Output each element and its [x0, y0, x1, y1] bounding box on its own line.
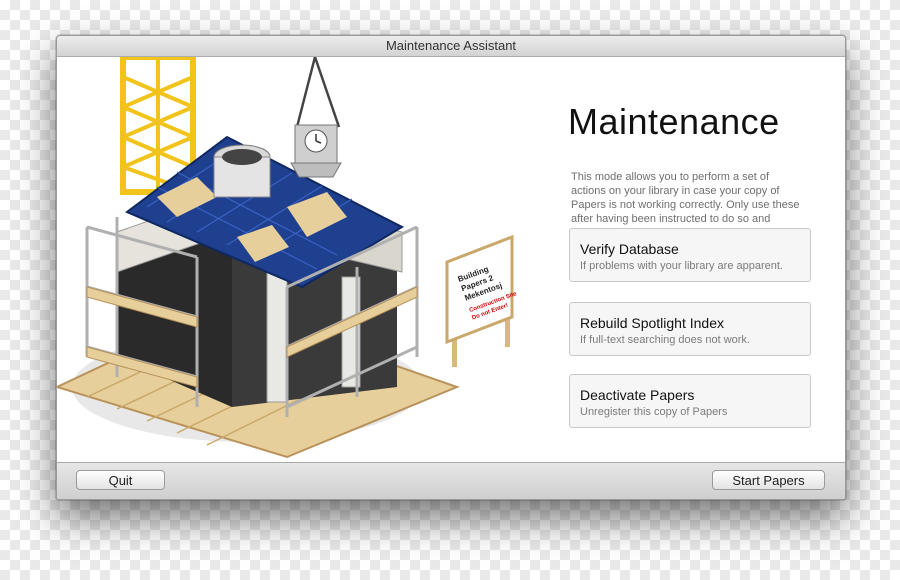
rebuild-spotlight-index-button[interactable]: Rebuild Spotlight Index If full-text sea…: [569, 302, 811, 356]
verify-database-button[interactable]: Verify Database If problems with your li…: [569, 228, 811, 282]
construction-sign: Building Papers 2 Mekentosj Construction…: [445, 234, 518, 367]
window-content: Building Papers 2 Mekentosj Construction…: [57, 57, 845, 463]
start-papers-button[interactable]: Start Papers: [712, 470, 825, 490]
option-title: Verify Database: [580, 241, 679, 257]
deactivate-papers-button[interactable]: Deactivate Papers Unregister this copy o…: [569, 374, 811, 428]
option-title: Rebuild Spotlight Index: [580, 315, 724, 331]
option-title: Deactivate Papers: [580, 387, 695, 403]
option-subtitle: If full-text searching does not work.: [580, 334, 750, 346]
maintenance-assistant-window: Maintenance Assistant Building Papers 2 …: [56, 35, 846, 500]
clock-icon: [290, 124, 342, 178]
construction-illustration: Building Papers 2 Mekentosj Construction…: [57, 57, 518, 459]
option-subtitle: Unregister this copy of Papers: [580, 406, 728, 418]
bottom-toolbar: Quit Start Papers: [57, 462, 845, 499]
page-title: Maintenance: [568, 101, 780, 142]
window-title: Maintenance Assistant: [57, 36, 845, 57]
option-subtitle: If problems with your library are appare…: [580, 260, 783, 272]
quit-button[interactable]: Quit: [76, 470, 165, 490]
